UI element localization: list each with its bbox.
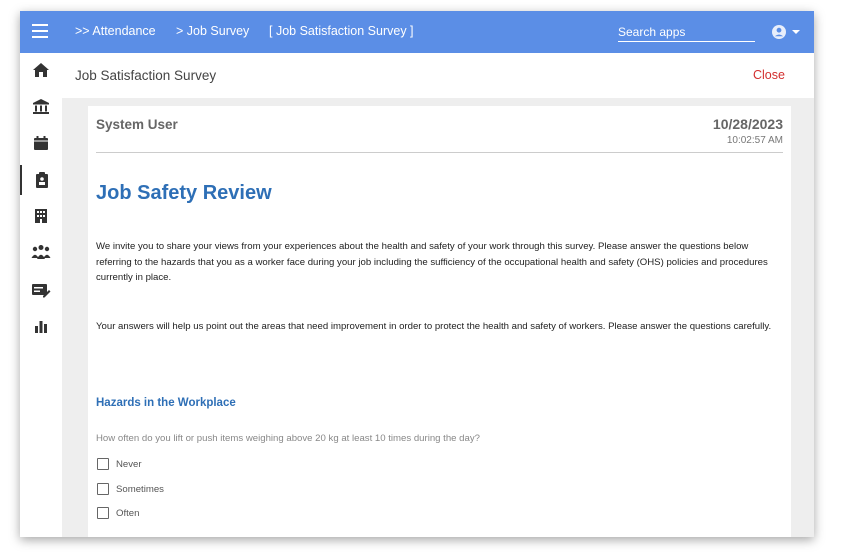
- app-window: >> Attendance > Job Survey [ Job Satisfa…: [20, 11, 814, 537]
- page-title: Job Satisfaction Survey: [75, 68, 217, 83]
- people-icon: [31, 245, 51, 259]
- intro-paragraph-1: We invite you to share your views from y…: [96, 241, 768, 283]
- sidebar-item-reports[interactable]: [20, 311, 62, 341]
- option-label: Sometimes: [116, 483, 164, 495]
- sidebar-item-survey[interactable]: [20, 165, 62, 195]
- option-often[interactable]: Often: [97, 506, 139, 520]
- sidebar-item-calendar[interactable]: [20, 128, 62, 158]
- option-sometimes[interactable]: Sometimes: [97, 482, 164, 496]
- breadcrumb-job-survey[interactable]: > Job Survey: [176, 24, 249, 38]
- sidebar-item-building[interactable]: [20, 201, 62, 231]
- sidebar-item-people[interactable]: [20, 237, 62, 267]
- breadcrumb-attendance[interactable]: >> Attendance: [75, 24, 156, 38]
- question-text: How often do you lift or push items weig…: [96, 433, 480, 444]
- main-content: System User 10/28/2023 10:02:57 AM Job S…: [62, 98, 814, 537]
- home-icon: [33, 63, 49, 77]
- sidebar-item-home[interactable]: [20, 55, 62, 85]
- checkbox[interactable]: [97, 483, 109, 495]
- chevron-down-icon: [792, 30, 800, 34]
- user-menu[interactable]: [772, 24, 802, 40]
- option-label: Often: [116, 507, 140, 519]
- checkbox[interactable]: [97, 458, 109, 470]
- clipboard-badge-icon: [36, 172, 48, 188]
- divider: [96, 152, 783, 153]
- bank-icon: [33, 98, 49, 114]
- avatar-icon: [772, 25, 800, 39]
- survey-card: System User 10/28/2023 10:02:57 AM Job S…: [88, 106, 791, 537]
- section-title: Hazards in the Workplace: [96, 397, 236, 409]
- checkbox[interactable]: [97, 507, 109, 519]
- survey-title: Job Safety Review: [96, 182, 272, 204]
- page-header: Job Satisfaction Survey Close: [62, 53, 814, 98]
- option-label: Never: [116, 458, 142, 470]
- edit-note-icon: [32, 284, 51, 298]
- option-never[interactable]: Never: [97, 457, 142, 471]
- building-icon: [35, 209, 47, 223]
- intro-paragraph-2: Your answers will help us point out the …: [96, 321, 772, 332]
- calendar-icon: [34, 136, 48, 150]
- survey-date: 10/28/2023: [712, 116, 783, 132]
- user-name: System User: [96, 117, 178, 132]
- menu-icon[interactable]: [32, 24, 48, 38]
- sidebar: [20, 53, 62, 537]
- close-button[interactable]: Close: [753, 68, 785, 82]
- search-input[interactable]: [618, 23, 755, 42]
- sidebar-item-bank[interactable]: [20, 91, 62, 121]
- top-bar: >> Attendance > Job Survey [ Job Satisfa…: [20, 11, 814, 53]
- sidebar-item-notes[interactable]: [20, 275, 62, 305]
- survey-time: 10:02:57 AM: [726, 135, 783, 146]
- breadcrumb-job-satisfaction-survey[interactable]: [ Job Satisfaction Survey ]: [269, 24, 414, 38]
- bar-chart-icon: [35, 321, 47, 333]
